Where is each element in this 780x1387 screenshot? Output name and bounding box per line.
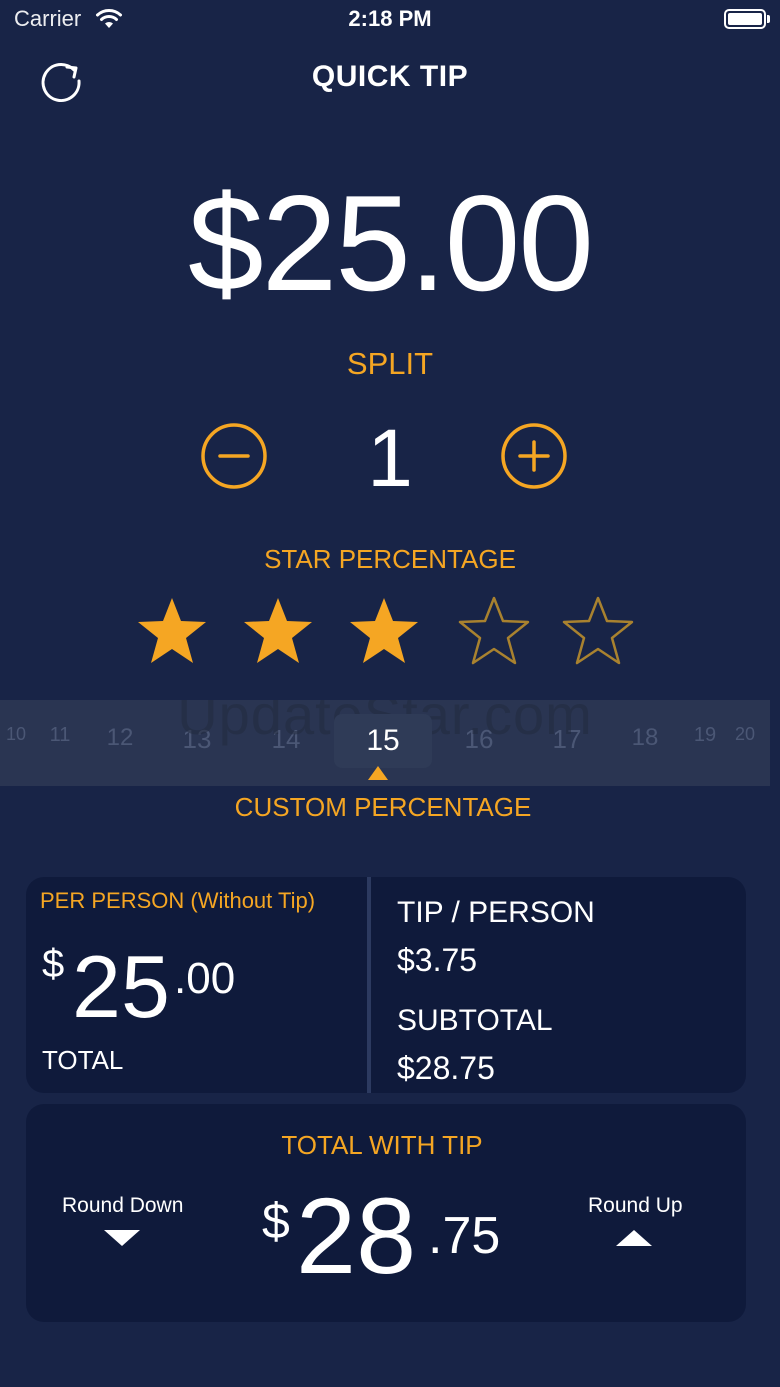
picker-indicator-icon [368,766,388,780]
subtotal-value: $28.75 [397,1050,495,1086]
round-down-icon[interactable] [104,1230,140,1246]
round-up-label: Round Up [588,1194,683,1217]
tip-per-person-value: $3.75 [397,942,478,978]
custom-percentage-label: CUSTOM PERCENTAGE [234,792,532,822]
star-percentage-label: STAR PERCENTAGE [264,544,516,574]
split-count: 1 [367,413,413,504]
page-title: QUICK TIP [311,60,469,93]
total-amount: 28 [296,1175,417,1296]
split-label: SPLIT [346,346,434,381]
tip-per-person-label: TIP / PERSON [397,896,595,929]
star-outline-icon[interactable] [458,596,530,666]
total-cents: .75 [428,1207,501,1265]
picker-selected-value: 15 [366,724,400,757]
round-down-label: Round Down [62,1194,184,1217]
round-up-icon[interactable] [616,1230,652,1246]
summary-divider [367,877,371,1093]
per-person-amount: 25 [72,937,170,1036]
minus-circle-icon[interactable] [200,422,268,490]
per-person-cents: .00 [174,954,236,1003]
percentage-picker[interactable]: 20191817161413121110 UpdateStar.com 15 [0,700,770,786]
per-person-currency: $ [42,942,65,986]
star-filled-icon[interactable] [348,596,420,666]
per-person-label: PER PERSON (Without Tip) [40,888,316,913]
per-person-total-label: TOTAL [42,1045,124,1075]
battery-tip [767,15,770,23]
star-filled-icon[interactable] [136,596,208,666]
bill-amount[interactable]: $25.00 [0,168,780,318]
total-with-tip-label: TOTAL WITH TIP [281,1130,483,1160]
star-filled-icon[interactable] [242,596,314,666]
plus-circle-icon[interactable] [500,422,568,490]
star-outline-icon[interactable] [562,596,634,666]
subtotal-label: SUBTOTAL [397,1004,553,1037]
status-time: 2:18 PM [348,6,432,31]
total-currency: $ [262,1193,290,1249]
battery-icon [724,9,766,29]
